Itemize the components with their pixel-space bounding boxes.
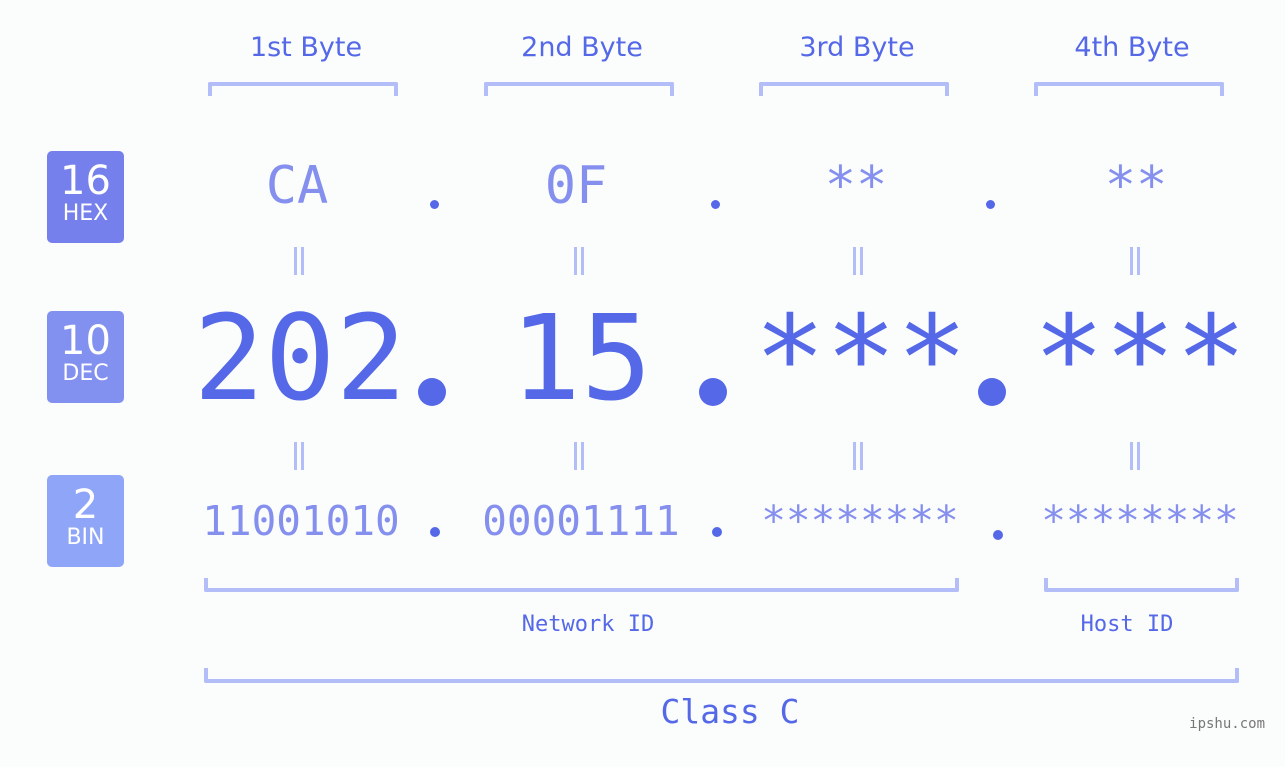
bin-byte-1: 11001010 xyxy=(202,497,400,545)
hex-badge-number: 16 xyxy=(60,158,111,204)
dec-badge-label: DEC xyxy=(62,361,109,386)
byte-header-2: 2nd Byte xyxy=(521,32,643,63)
byte-header-1: 1st Byte xyxy=(249,32,363,63)
hex-badge: 16 HEX xyxy=(47,151,124,243)
watermark: ipshu.com xyxy=(1189,716,1265,732)
dec-byte-4: *** xyxy=(1033,289,1247,427)
host-id-label: Host ID xyxy=(1080,612,1174,637)
equals-icon xyxy=(1128,247,1142,275)
dec-dot-1 xyxy=(418,378,446,406)
dec-dot-3 xyxy=(978,378,1006,406)
bin-badge-number: 2 xyxy=(72,482,99,528)
equals-icon xyxy=(572,247,586,275)
equals-icon xyxy=(572,442,586,470)
bin-byte-4: ******** xyxy=(1041,497,1239,545)
class-bracket xyxy=(204,668,1239,683)
hex-byte-2: 0F xyxy=(544,156,608,216)
dec-dot-2 xyxy=(699,378,727,406)
hex-dot-3 xyxy=(986,200,995,209)
hex-dot-1 xyxy=(430,200,439,209)
byte-bracket-4 xyxy=(1034,82,1224,96)
bin-badge-label: BIN xyxy=(66,525,105,550)
byte-header-3: 3rd Byte xyxy=(799,32,915,63)
bin-badge: 2 BIN xyxy=(47,475,124,567)
bin-byte-2: 00001111 xyxy=(482,497,680,545)
hex-badge-label: HEX xyxy=(62,201,109,226)
dec-badge: 10 DEC xyxy=(47,311,124,403)
dec-byte-3: *** xyxy=(754,289,968,427)
bin-dot-1 xyxy=(430,527,440,537)
hex-byte-1: CA xyxy=(265,156,329,216)
equals-icon xyxy=(851,247,865,275)
byte-bracket-3 xyxy=(759,82,949,96)
equals-icon xyxy=(1128,442,1142,470)
bin-dot-3 xyxy=(993,530,1003,540)
hex-byte-3: ** xyxy=(824,156,888,216)
byte-bracket-1 xyxy=(208,82,398,96)
hex-byte-4: ** xyxy=(1104,156,1168,216)
hex-dot-2 xyxy=(711,200,720,209)
host-id-bracket xyxy=(1044,578,1239,592)
dec-byte-2: 15 xyxy=(509,289,653,427)
dec-byte-1: 202 xyxy=(193,289,407,427)
equals-icon xyxy=(292,442,306,470)
bin-byte-3: ******** xyxy=(761,497,959,545)
equals-icon xyxy=(851,442,865,470)
bin-dot-2 xyxy=(712,527,722,537)
network-id-bracket xyxy=(204,578,959,592)
dec-badge-number: 10 xyxy=(60,318,111,364)
byte-bracket-2 xyxy=(484,82,674,96)
byte-header-4: 4th Byte xyxy=(1074,32,1190,63)
equals-icon xyxy=(292,247,306,275)
network-id-label: Network ID xyxy=(521,612,655,637)
class-label: Class C xyxy=(660,692,800,731)
